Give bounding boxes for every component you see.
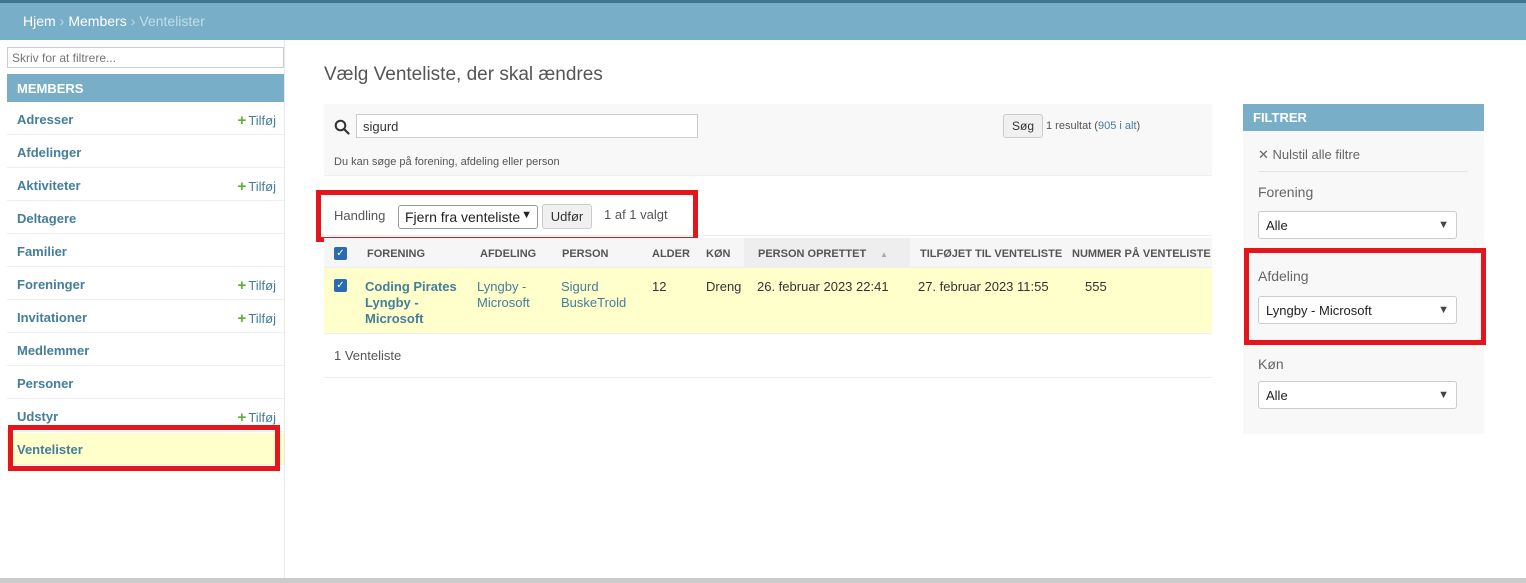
breadcrumb: Hjem › Members › Ventelister	[23, 13, 205, 29]
sidebar-item-label[interactable]: Afdelinger	[17, 145, 81, 160]
highlight-box-afdeling-filter	[1244, 248, 1486, 345]
search-button[interactable]: Søg	[1003, 114, 1043, 138]
add-link-label: Tilføj	[248, 179, 276, 194]
column-header-afdeling[interactable]: AFDELING	[480, 248, 536, 260]
filter-title-koen: Køn	[1258, 356, 1284, 372]
paginator-count: 1 Venteliste	[334, 348, 402, 363]
page-title: Vælg Venteliste, der skal ændres	[324, 64, 603, 85]
filter-title-forening: Forening	[1258, 184, 1314, 200]
filter-caption: FILTRER	[1243, 104, 1484, 131]
sidebar-item-label[interactable]: Foreninger	[17, 277, 85, 292]
plus-icon: +	[237, 310, 247, 327]
filter-select-value: Alle	[1266, 388, 1288, 403]
filter-select-koen[interactable]: Alle ▼	[1258, 381, 1457, 409]
column-header-tilfoejet[interactable]: TILFØJET TIL VENTELISTE	[920, 248, 1062, 260]
add-link-label: Tilføj	[248, 410, 276, 425]
chevron-down-icon: ▼	[1438, 389, 1449, 401]
add-link[interactable]: + Tilføj	[238, 178, 276, 195]
highlight-box-actions	[316, 190, 698, 242]
search-toolbar: Søg 1 resultat (905 i alt) Du kan søge p…	[324, 104, 1212, 176]
cell-alder: 12	[652, 279, 667, 294]
breadcrumb-home[interactable]: Hjem	[23, 13, 56, 29]
sidebar-item-foreninger[interactable]: Foreninger + Tilføj	[7, 268, 284, 300]
column-header-alder[interactable]: ALDER	[652, 248, 690, 260]
plus-icon: +	[237, 112, 247, 129]
search-icon	[334, 119, 350, 135]
window-bottom-border	[0, 578, 1526, 583]
sidebar-item-invitationer[interactable]: Invitationer + Tilføj	[7, 301, 284, 333]
sidebar-item-familier[interactable]: Familier	[7, 235, 284, 267]
plus-icon: +	[237, 178, 247, 195]
column-header-koen[interactable]: KØN	[706, 248, 730, 260]
sidebar-item-label[interactable]: Adresser	[17, 112, 73, 127]
result-count: 1 resultat (905 i alt)	[1046, 120, 1140, 132]
module-caption[interactable]: MEMBERS	[7, 74, 284, 102]
breadcrumb-separator: ›	[130, 13, 136, 29]
add-link-label: Tilføj	[248, 278, 276, 293]
breadcrumb-separator: ›	[59, 13, 65, 29]
add-link-label: Tilføj	[248, 113, 276, 128]
paginator: 1 Venteliste	[324, 334, 1212, 378]
result-count-suffix: )	[1136, 120, 1141, 132]
clear-filters-label: Nulstil alle filtre	[1272, 147, 1360, 162]
cell-nummer: 555	[1085, 279, 1107, 294]
sidebar-item-label[interactable]: Personer	[17, 376, 73, 391]
table-row: ✓ Coding Pirates Lyngby - Microsoft Lyng…	[324, 268, 1212, 334]
plus-icon: +	[237, 277, 247, 294]
sidebar-item-personer[interactable]: Personer	[7, 367, 284, 399]
breadcrumb-current: Ventelister	[139, 13, 205, 29]
sidebar-item-deltagere[interactable]: Deltagere	[7, 202, 284, 234]
column-header-person[interactable]: PERSON	[562, 248, 608, 260]
add-link-label: Tilføj	[248, 311, 276, 326]
table-header: ✓ FORENING AFDELING PERSON ALDER KØN PER…	[324, 238, 1212, 268]
sidebar-item-label[interactable]: Invitationer	[17, 310, 87, 325]
sort-ascending-icon[interactable]: ▲	[880, 250, 888, 259]
column-header-forening[interactable]: FORENING	[367, 248, 425, 260]
highlight-box-sidebar	[8, 425, 280, 471]
add-link[interactable]: + Tilføj	[238, 310, 276, 327]
sidebar-filter-input[interactable]	[7, 47, 284, 68]
filter-select-forening[interactable]: Alle ▼	[1258, 211, 1457, 239]
select-all-checkbox[interactable]: ✓	[334, 247, 347, 260]
cell-afdeling-link[interactable]: Lyngby - Microsoft	[477, 279, 541, 311]
sidebar-item-label[interactable]: Aktiviteter	[17, 178, 81, 193]
search-input[interactable]	[356, 114, 698, 138]
add-link[interactable]: + Tilføj	[238, 409, 276, 426]
show-all-link[interactable]: 905 i alt	[1098, 120, 1137, 132]
sidebar: MEMBERS Adresser +Tilføj Afdelinger Akti…	[0, 40, 285, 583]
sidebar-item-adresser[interactable]: Adresser + Tilføj	[7, 103, 284, 135]
column-header-person-oprettet[interactable]: PERSON OPRETTET	[758, 248, 866, 260]
sidebar-item-medlemmer[interactable]: Medlemmer	[7, 334, 284, 366]
filter-select-value: Alle	[1266, 218, 1288, 233]
cell-person-oprettet: 26. februar 2023 22:41	[757, 279, 889, 294]
chevron-down-icon: ▼	[1438, 219, 1449, 231]
cell-tilfoejet: 27. februar 2023 11:55	[918, 279, 1049, 294]
cell-koen: Dreng	[706, 279, 742, 294]
sidebar-item-label[interactable]: Medlemmer	[17, 343, 89, 358]
result-count-prefix: 1 resultat (	[1046, 120, 1098, 132]
header-bar: Hjem › Members › Ventelister	[0, 0, 1526, 40]
sidebar-item-label[interactable]: Udstyr	[17, 409, 58, 424]
cell-person-link[interactable]: Sigurd BuskeTrold	[561, 279, 639, 311]
add-link[interactable]: + Tilføj	[238, 277, 276, 294]
row-checkbox[interactable]: ✓	[334, 279, 347, 292]
add-link[interactable]: + Tilføj	[238, 112, 276, 129]
sidebar-item-label[interactable]: Deltagere	[17, 211, 76, 226]
breadcrumb-members[interactable]: Members	[68, 13, 126, 29]
filter-divider	[1258, 171, 1468, 172]
column-header-nummer[interactable]: NUMMER PÅ VENTELISTE	[1072, 248, 1211, 260]
close-icon: ✕	[1258, 147, 1269, 162]
sidebar-item-label[interactable]: Familier	[17, 244, 67, 259]
search-help-text: Du kan søge på forening, afdeling eller …	[334, 156, 560, 168]
clear-filters-link[interactable]: ✕ Nulstil alle filtre	[1258, 147, 1360, 163]
sidebar-item-aktiviteter[interactable]: Aktiviteter + Tilføj	[7, 169, 284, 201]
cell-forening-link[interactable]: Coding Pirates Lyngby - Microsoft	[365, 279, 465, 327]
plus-icon: +	[237, 409, 247, 426]
sidebar-item-afdelinger[interactable]: Afdelinger	[7, 136, 284, 168]
